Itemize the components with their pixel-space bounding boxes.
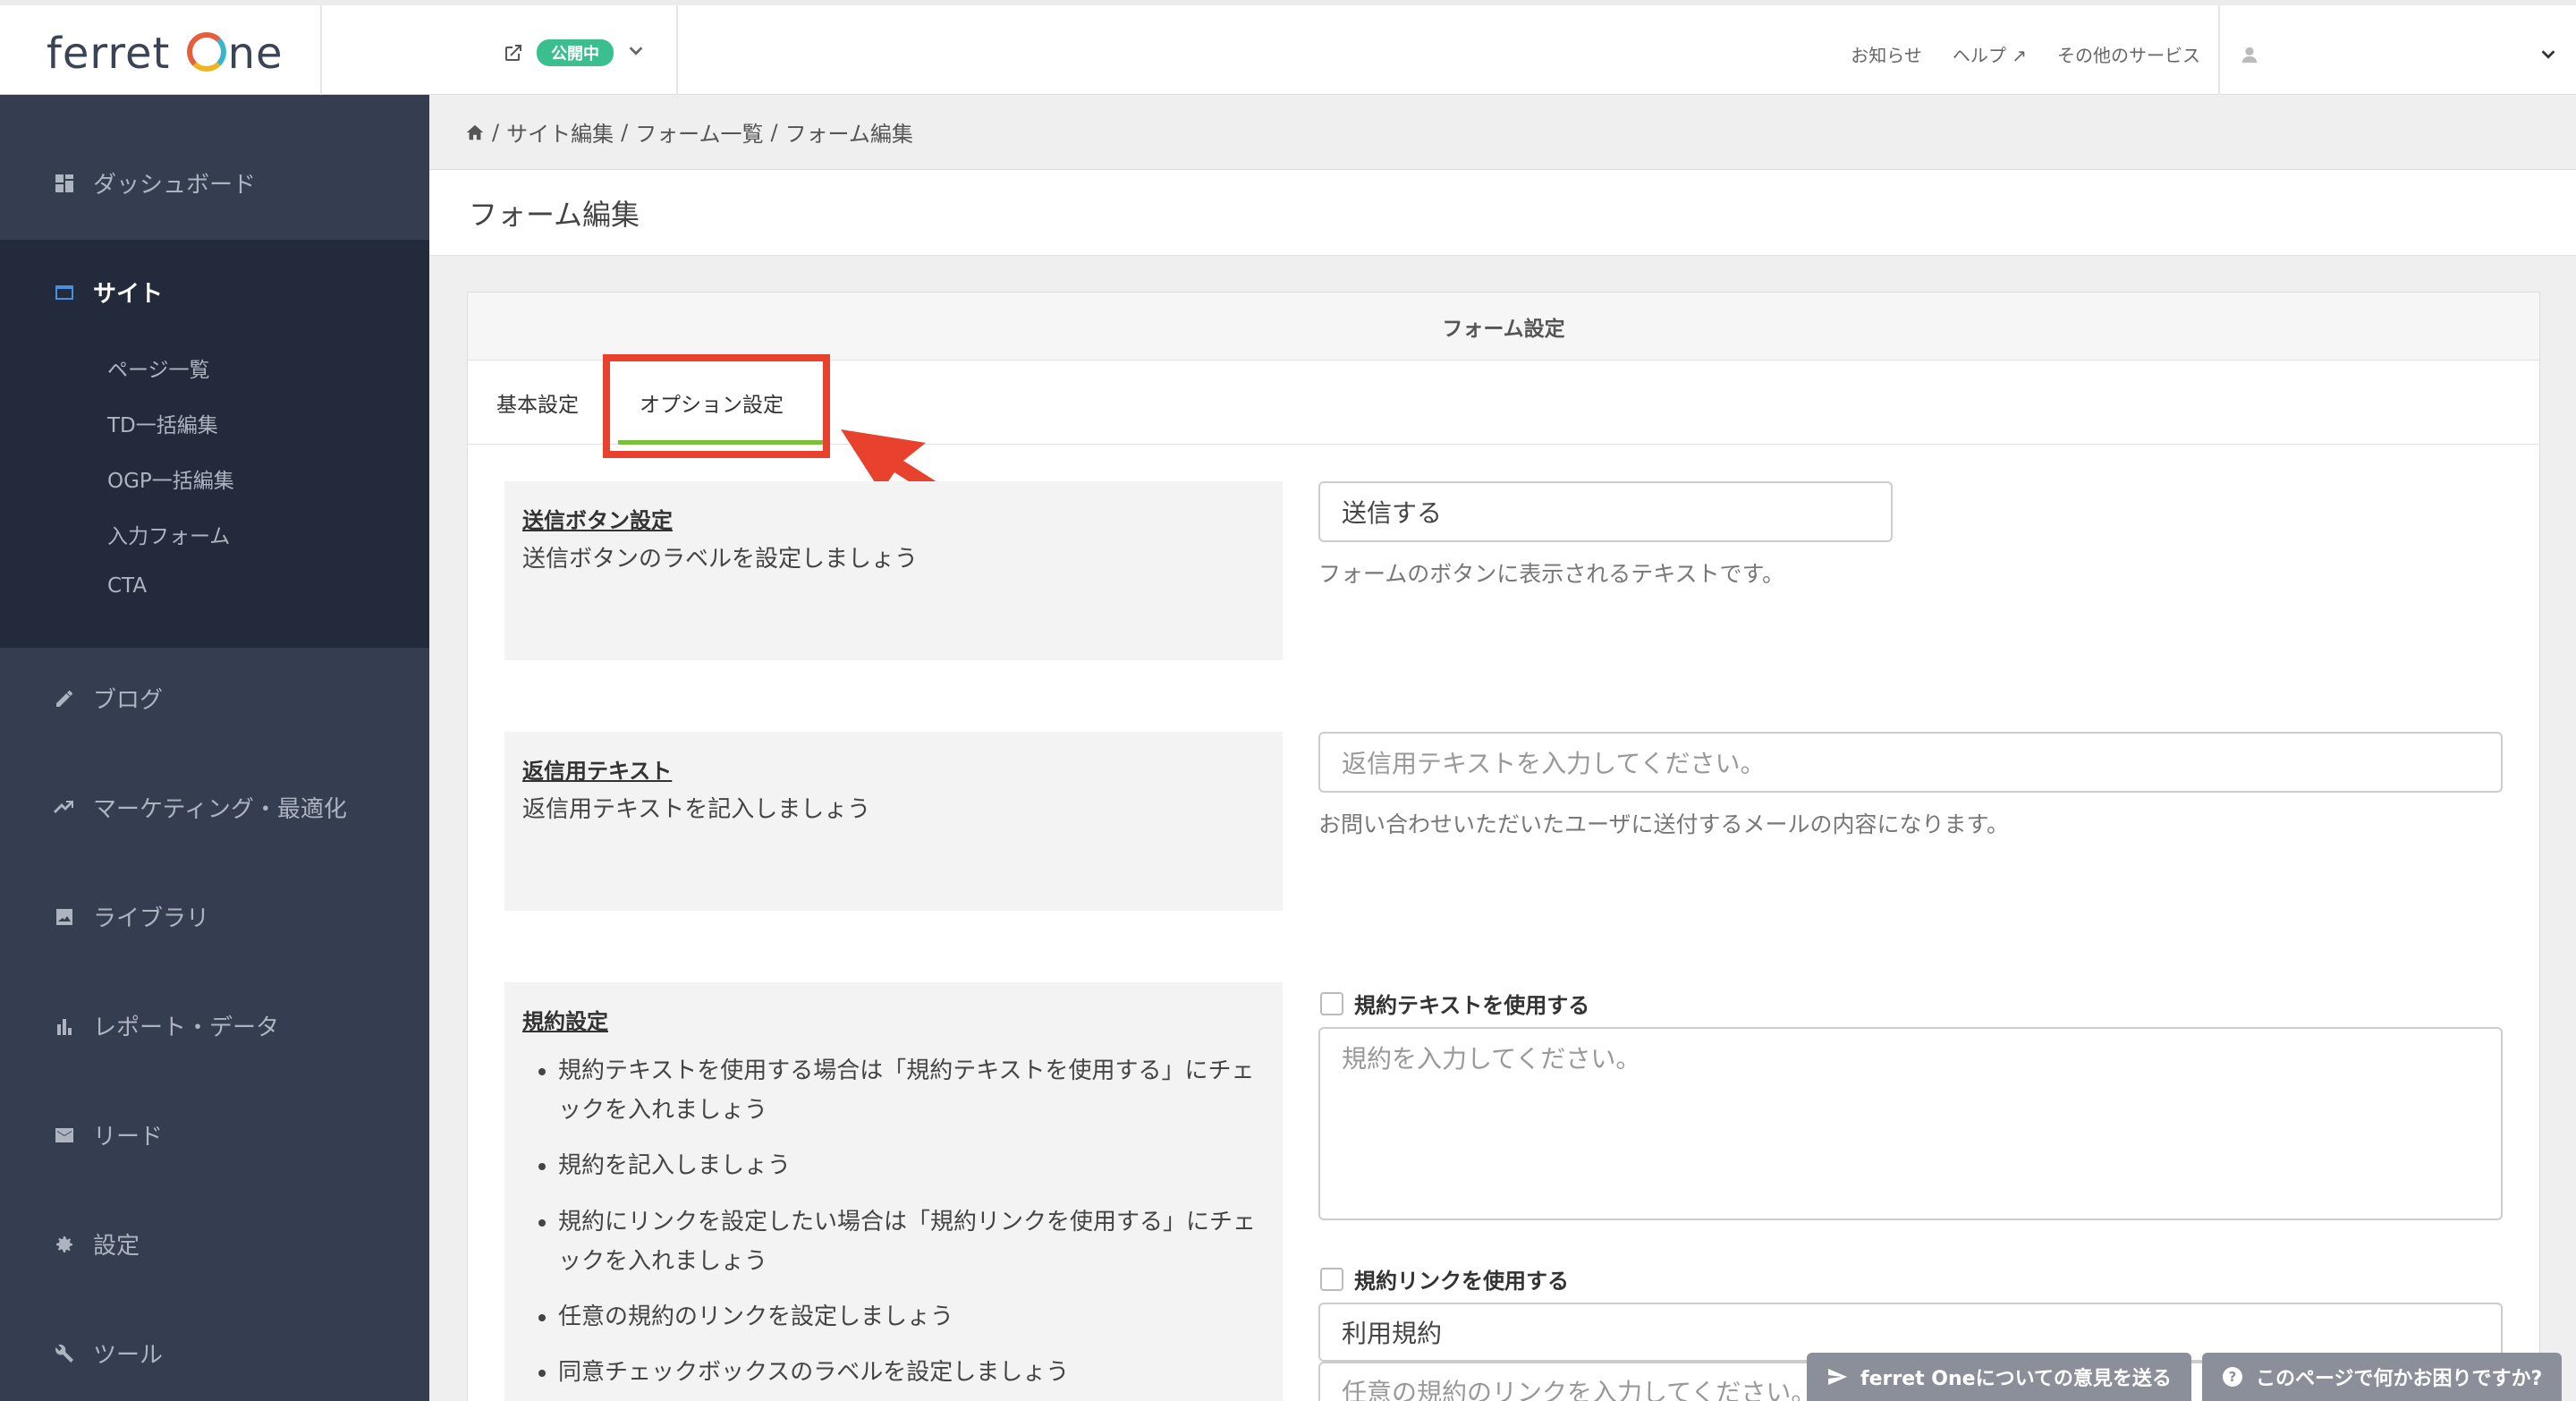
wrench-icon	[55, 1344, 73, 1363]
logo-o-mark	[186, 32, 226, 72]
checkbox-label: 規約リンクを使用する	[1354, 1269, 1569, 1294]
other-services-link[interactable]: その他のサービス	[2057, 41, 2200, 67]
send-icon	[1828, 1369, 1847, 1385]
sidebar-item-label: ライブラリ	[93, 905, 210, 932]
use-terms-text-checkbox[interactable]: 規約テキストを使用する	[1320, 988, 1589, 1019]
svg-text:?: ?	[2229, 1369, 2237, 1385]
terms-instructions: 規約テキストを使用する場合は「規約テキストを使用する」にチェックを入れましょう …	[522, 1051, 1265, 1392]
external-link-icon[interactable]	[503, 42, 524, 64]
sidebar-item-label: 設定	[93, 1233, 140, 1260]
terms-section-info: 規約設定 規約テキストを使用する場合は「規約テキストを使用する」にチェックを入れ…	[504, 982, 1283, 1401]
sidebar-sub-td-bulk[interactable]: TD一括編集	[107, 408, 218, 438]
sidebar-item-lead[interactable]: リード	[54, 1118, 163, 1151]
trend-icon	[54, 800, 73, 813]
checkbox-label: 規約テキストを使用する	[1354, 993, 1590, 1018]
header-links: お知らせ ヘルプ ↗ その他のサービス	[1851, 41, 2200, 67]
submit-section-desc: 送信ボタンのラベルを設定しましょう	[522, 546, 919, 573]
site-icon	[55, 284, 73, 300]
feedback-button[interactable]: ferret Oneについての意見を送る	[1807, 1353, 2191, 1401]
sidebar: ダッシュボード サイト ページ一覧 TD一括編集 OGP一括編集 入力フォーム …	[0, 95, 429, 1401]
sidebar-item-tools[interactable]: ツール	[54, 1337, 163, 1370]
list-item: 同意チェックボックスのラベルを設定しましょう	[558, 1353, 1265, 1392]
reply-section-desc: 返信用テキストを記入しましょう	[522, 796, 871, 823]
sidebar-item-label: サイト	[93, 281, 164, 308]
list-item: 規約にリンクを設定したい場合は「規約リンクを使用する」にチェックを入れましょう	[558, 1202, 1265, 1281]
chevron-down-icon[interactable]	[626, 41, 646, 64]
terms-textarea[interactable]: 規約を入力してください。	[1318, 1027, 2503, 1220]
question-icon: ?	[2223, 1367, 2242, 1387]
user-menu-chevron-icon[interactable]	[2538, 45, 2558, 64]
user-avatar-icon[interactable]	[2240, 45, 2259, 64]
header-divider	[676, 5, 678, 95]
reply-text-input[interactable]: 返信用テキストを入力してください。	[1318, 732, 2503, 793]
list-item: 規約テキストを使用する場合は「規約テキストを使用する」にチェックを入れましょう	[558, 1051, 1265, 1130]
breadcrumb-form-list[interactable]: フォーム一覧	[635, 116, 763, 148]
help-button-label: このページで何かお困りですか?	[2256, 1368, 2543, 1390]
news-link[interactable]: お知らせ	[1851, 41, 1922, 67]
help-link[interactable]: ヘルプ ↗	[1953, 41, 2027, 67]
header-divider	[2218, 5, 2220, 95]
help-button[interactable]: ? このページで何かお困りですか?	[2202, 1353, 2563, 1401]
sidebar-sub-cta[interactable]: CTA	[107, 574, 147, 598]
home-icon[interactable]	[465, 123, 485, 142]
breadcrumb-form-edit: フォーム編集	[784, 122, 913, 147]
image-icon	[56, 908, 72, 925]
sidebar-item-label: ブログ	[93, 687, 164, 714]
header-divider	[320, 5, 322, 95]
sidebar-item-label: ツール	[93, 1342, 164, 1369]
highlight-annotation-box	[603, 354, 830, 458]
sidebar-item-marketing[interactable]: マーケティング・最適化	[54, 791, 347, 824]
list-item: 規約を記入しましょう	[558, 1146, 1265, 1185]
page-title: フォーム編集	[429, 170, 2576, 256]
reply-section-info: 返信用テキスト 返信用テキストを記入しましょう	[504, 732, 1283, 911]
sidebar-sub-page-list[interactable]: ページ一覧	[107, 352, 210, 383]
breadcrumb-site-edit[interactable]: サイト編集	[506, 116, 614, 148]
sidebar-item-label: ダッシュボード	[93, 172, 257, 199]
status-badge: 公開中	[537, 39, 614, 66]
reply-help-text: お問い合わせいただいたユーザに送付するメールの内容になります。	[1318, 811, 2010, 837]
submit-label-input[interactable]: 送信する	[1318, 481, 1893, 542]
checkbox[interactable]	[1320, 991, 1343, 1015]
card-title: フォーム設定	[468, 293, 2539, 361]
tab-basic-settings[interactable]: 基本設定	[496, 387, 579, 418]
dashboard-icon	[55, 174, 73, 192]
sidebar-sub-ogp-bulk[interactable]: OGP一括編集	[107, 463, 234, 494]
breadcrumb: / サイト編集 / フォーム一覧 / フォーム編集	[429, 95, 2576, 170]
terms-section-label: 規約設定	[522, 1009, 608, 1034]
pencil-icon	[56, 690, 72, 707]
submit-help-text: フォームのボタンに表示されるテキストです。	[1318, 561, 1785, 587]
sidebar-item-dashboard[interactable]: ダッシュボード	[54, 166, 256, 200]
sidebar-item-label: マーケティング・最適化	[93, 796, 347, 823]
sidebar-sub-input-form[interactable]: 入力フォーム	[107, 519, 230, 549]
sidebar-item-library[interactable]: ライブラリ	[54, 900, 209, 933]
sidebar-item-blog[interactable]: ブログ	[54, 682, 163, 715]
sidebar-item-label: レポート・データ	[93, 1015, 280, 1041]
gear-icon	[56, 1235, 72, 1252]
top-header: ferret ne 公開中 お知らせ ヘルプ ↗ その他のサービス	[0, 0, 2576, 95]
sidebar-item-report[interactable]: レポート・データ	[54, 1009, 279, 1042]
sidebar-item-settings[interactable]: 設定	[54, 1227, 140, 1261]
feedback-button-label: ferret Oneについての意見を送る	[1860, 1368, 2172, 1390]
publish-status[interactable]: 公開中	[503, 39, 646, 66]
mail-icon	[55, 1127, 73, 1142]
submit-section-label: 送信ボタン設定	[522, 508, 673, 533]
checkbox[interactable]	[1320, 1267, 1343, 1291]
logo[interactable]: ferret ne	[47, 29, 284, 79]
sidebar-item-site[interactable]: サイト	[54, 276, 163, 309]
reply-section-label: 返信用テキスト	[522, 759, 673, 784]
list-item: 任意の規約のリンクを設定しましょう	[558, 1297, 1265, 1337]
sidebar-item-label: リード	[93, 1124, 164, 1151]
use-terms-link-checkbox[interactable]: 規約リンクを使用する	[1320, 1263, 1569, 1295]
submit-section-info: 送信ボタン設定 送信ボタンのラベルを設定しましょう	[504, 481, 1283, 660]
bar-chart-icon	[57, 1018, 72, 1035]
